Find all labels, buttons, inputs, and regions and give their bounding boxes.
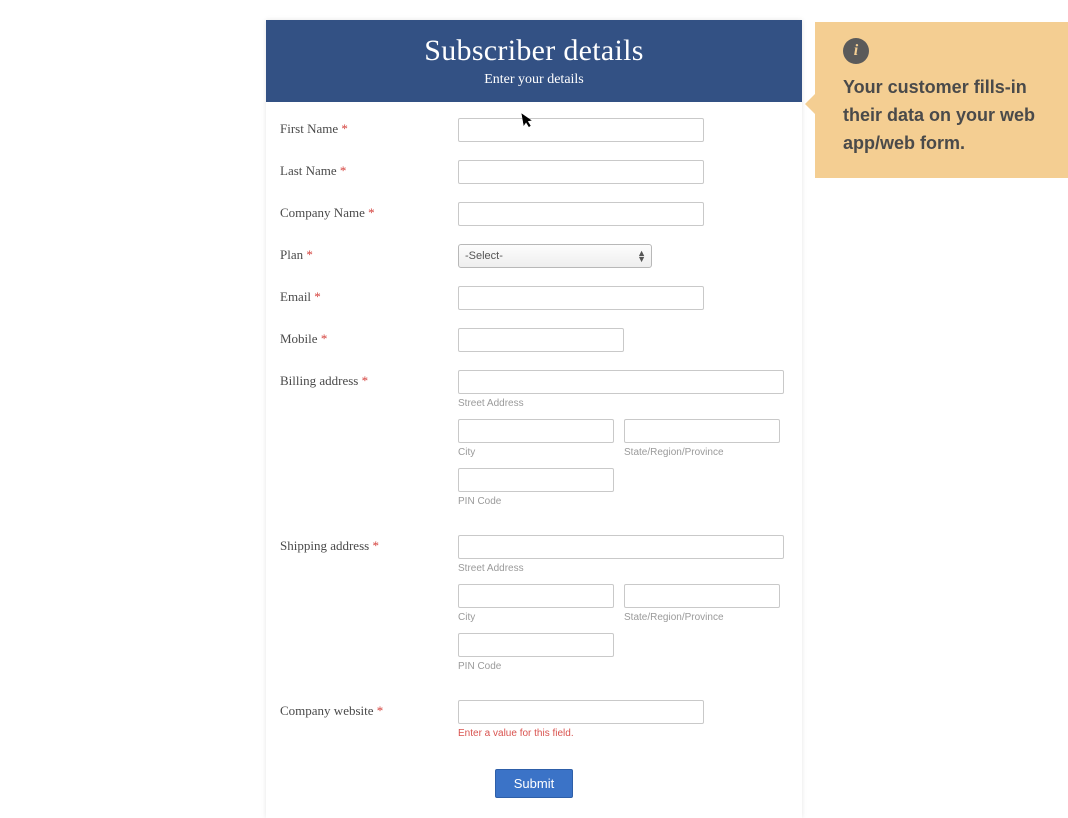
fields-billing: Street Address City State/Region/Provinc… [458,370,788,517]
billing-pin-line: PIN Code [458,468,788,507]
sublabel-street: Street Address [458,563,788,574]
submit-row: Submit [280,769,788,798]
label-text: Billing address [280,373,358,388]
plan-select[interactable] [458,244,652,268]
tooltip-text: Your customer fills-in their data on you… [843,74,1046,158]
required-mark: * [341,121,348,136]
row-shipping: Shipping address * Street Address City S… [280,535,788,682]
required-mark: * [314,289,321,304]
company-website-error: Enter a value for this field. [458,728,788,739]
shipping-pin-line: PIN Code [458,633,788,672]
form-body: First Name * Last Name * Company Name * [266,102,802,818]
fields-last-name [458,160,788,184]
info-tooltip: i Your customer fills-in their data on y… [815,22,1068,178]
fields-plan: ▲▼ [458,244,788,268]
fields-shipping: Street Address City State/Region/Provinc… [458,535,788,682]
label-text: First Name [280,121,338,136]
shipping-street-input[interactable] [458,535,784,559]
last-name-input[interactable] [458,160,704,184]
sublabel-city: City [458,612,614,623]
submit-button[interactable]: Submit [495,769,573,798]
row-company-name: Company Name * [280,202,788,226]
form-subtitle: Enter your details [276,72,792,88]
label-first-name: First Name * [280,118,458,137]
fields-first-name [458,118,788,142]
sublabel-street: Street Address [458,398,788,409]
required-mark: * [372,538,379,553]
sublabel-state: State/Region/Province [624,447,780,458]
shipping-city-state-line: City State/Region/Province [458,584,788,623]
fields-mobile [458,328,788,352]
fields-email [458,286,788,310]
billing-street-input[interactable] [458,370,784,394]
billing-city-col: City [458,419,614,458]
form-header: Subscriber details Enter your details [266,20,802,102]
label-text: Plan [280,247,303,262]
shipping-state-input[interactable] [624,584,780,608]
billing-city-state-line: City State/Region/Province [458,419,788,458]
sublabel-state: State/Region/Province [624,612,780,623]
subscriber-form-panel: Subscriber details Enter your details Fi… [266,20,802,818]
sublabel-pin: PIN Code [458,661,788,672]
label-last-name: Last Name * [280,160,458,179]
required-mark: * [340,163,347,178]
required-mark: * [362,373,369,388]
label-text: Shipping address [280,538,369,553]
billing-city-input[interactable] [458,419,614,443]
required-mark: * [377,703,384,718]
first-name-input[interactable] [458,118,704,142]
label-text: Email [280,289,311,304]
required-mark: * [321,331,328,346]
row-mobile: Mobile * [280,328,788,352]
email-input[interactable] [458,286,704,310]
billing-pin-input[interactable] [458,468,614,492]
label-plan: Plan * [280,244,458,263]
fields-company-name [458,202,788,226]
label-company-website: Company website * [280,700,458,719]
required-mark: * [368,205,375,220]
label-shipping: Shipping address * [280,535,458,554]
row-last-name: Last Name * [280,160,788,184]
label-text: Last Name [280,163,337,178]
company-website-input[interactable] [458,700,704,724]
billing-street-line: Street Address [458,370,788,409]
row-first-name: First Name * [280,118,788,142]
shipping-city-col: City [458,584,614,623]
sublabel-pin: PIN Code [458,496,788,507]
plan-select-wrap: ▲▼ [458,244,652,268]
row-billing: Billing address * Street Address City St… [280,370,788,517]
info-icon: i [843,38,869,64]
row-email: Email * [280,286,788,310]
row-plan: Plan * ▲▼ [280,244,788,268]
sublabel-city: City [458,447,614,458]
billing-state-col: State/Region/Province [624,419,780,458]
required-mark: * [306,247,313,262]
billing-state-input[interactable] [624,419,780,443]
label-company-name: Company Name * [280,202,458,221]
shipping-street-line: Street Address [458,535,788,574]
mobile-input[interactable] [458,328,624,352]
company-name-input[interactable] [458,202,704,226]
label-email: Email * [280,286,458,305]
label-billing: Billing address * [280,370,458,389]
label-text: Company Name [280,205,365,220]
label-text: Company website [280,703,374,718]
shipping-pin-input[interactable] [458,633,614,657]
label-text: Mobile [280,331,318,346]
label-mobile: Mobile * [280,328,458,347]
form-title: Subscriber details [276,34,792,68]
shipping-state-col: State/Region/Province [624,584,780,623]
shipping-city-input[interactable] [458,584,614,608]
